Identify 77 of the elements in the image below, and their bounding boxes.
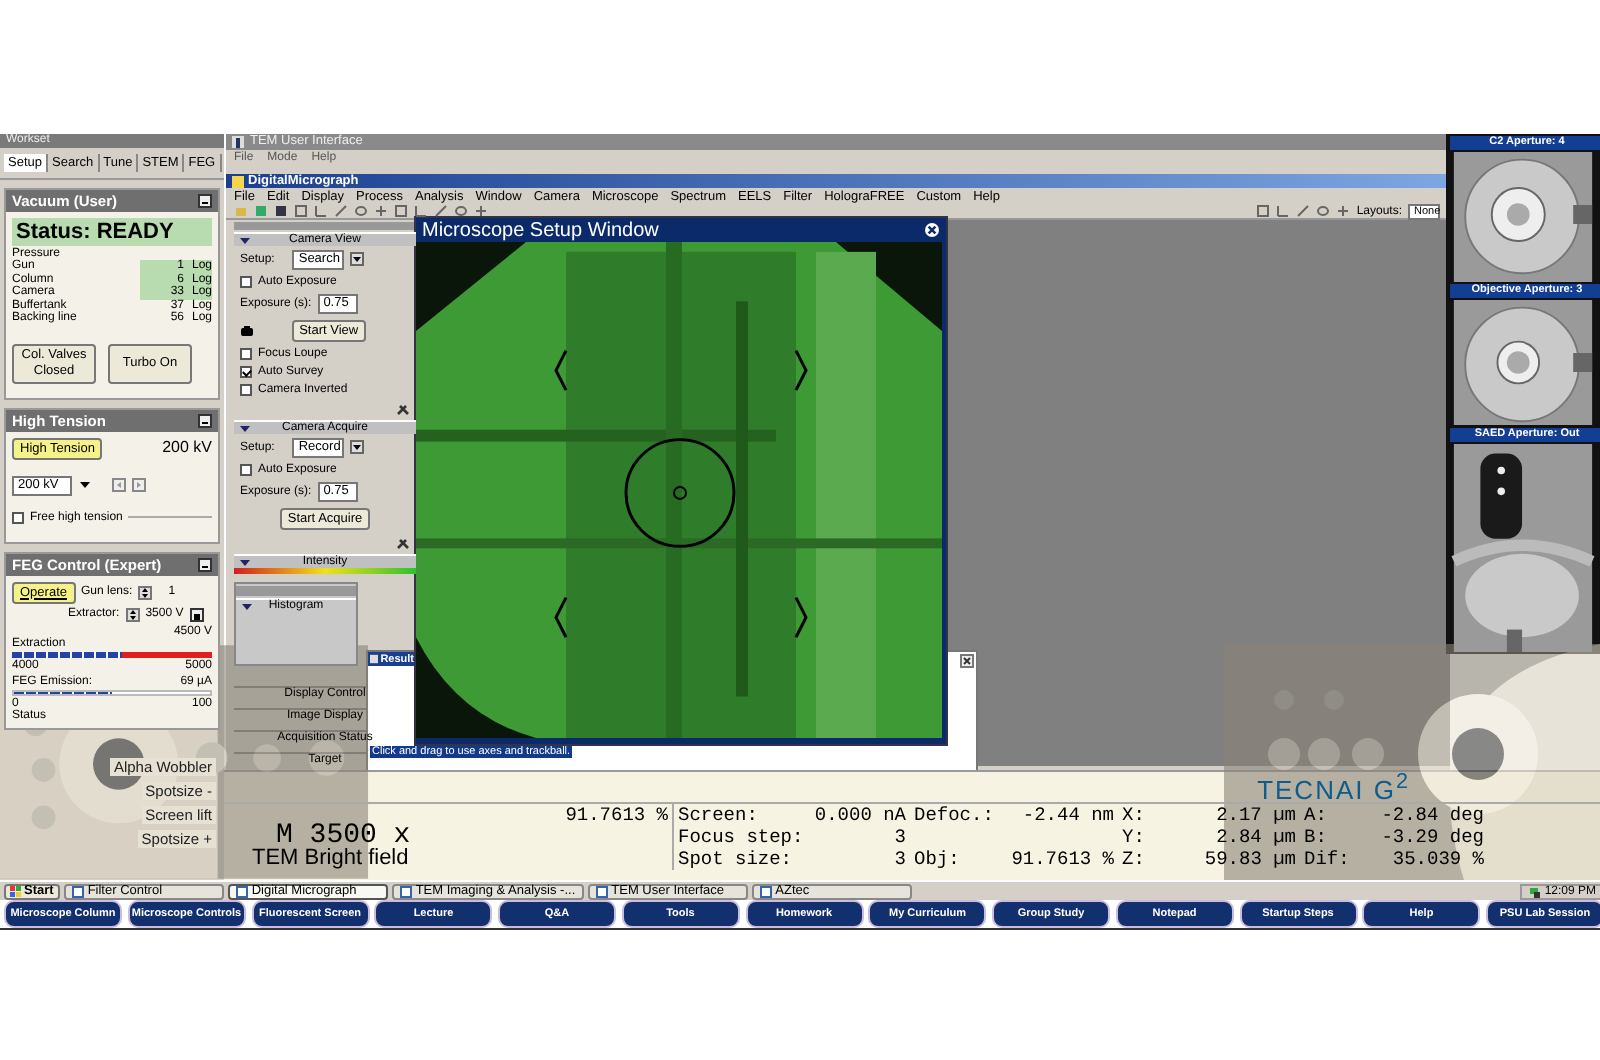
crosshair-icon	[374, 204, 388, 218]
network-icon	[1528, 886, 1541, 898]
axes-icon	[1276, 204, 1291, 218]
dropdown-caret-icon	[78, 478, 92, 493]
readout-value: 2.84 µm	[1214, 826, 1298, 848]
collapse-triangle-icon	[240, 237, 250, 244]
magnification-readout: M 3500 x	[276, 826, 413, 848]
readout-label: Obj:	[912, 848, 962, 870]
right-arrow-icon	[132, 478, 146, 493]
rectangle-tool-icon	[394, 204, 408, 218]
close-icon	[924, 222, 940, 238]
camera-icon	[240, 323, 254, 338]
readout-label: X:	[1120, 804, 1147, 826]
brand-logo: TECNAI G$^{2}$	[1257, 769, 1410, 805]
checkbox[interactable]	[240, 275, 252, 288]
status-readout: Status: READY	[12, 218, 212, 246]
checkbox[interactable]	[240, 383, 252, 396]
collapse-triangle-icon	[240, 425, 250, 432]
spin-icon	[138, 585, 153, 600]
app-icon	[232, 136, 244, 148]
readout-label: Spot size:	[676, 848, 795, 870]
minimize-icon	[198, 194, 212, 208]
crosshair-icon	[474, 204, 488, 218]
readout-label: Z:	[1120, 848, 1147, 870]
collapse-triangle-icon	[242, 603, 252, 610]
dropdown-caret-icon	[350, 440, 365, 455]
readout-value: -2.84 deg	[1379, 804, 1486, 826]
checkbox[interactable]	[240, 365, 252, 378]
checkbox[interactable]	[240, 463, 252, 476]
ellipse-tool-icon	[454, 204, 468, 218]
left-arrow-icon	[112, 478, 126, 493]
readout-value: 2.17 µm	[1214, 804, 1298, 826]
rectangle-tool-icon	[1256, 204, 1271, 218]
minimize-icon	[198, 557, 212, 572]
readout-label: A:	[1302, 804, 1329, 826]
readout-label: Defoc.:	[912, 804, 996, 826]
mode-readout: TEM Bright field	[252, 848, 411, 870]
readout-value: 91.7613 %	[1009, 848, 1116, 870]
line-tool-icon	[334, 204, 348, 218]
dropdown-caret-icon	[350, 252, 365, 267]
readout-value: 59.83 µm	[1202, 848, 1298, 870]
readout-label: Focus step:	[676, 826, 806, 848]
readout-value: 3	[892, 826, 908, 848]
ellipse-tool-icon	[354, 204, 368, 218]
checkbox[interactable]	[12, 511, 24, 524]
crosshair-icon	[1336, 204, 1351, 218]
folder-icon	[234, 204, 248, 218]
readout-value: -3.29 deg	[1379, 826, 1486, 848]
readout-value: 35.039 %	[1390, 848, 1486, 870]
spin-icon	[125, 607, 140, 622]
save-icon	[274, 204, 288, 218]
axes-icon	[314, 204, 328, 218]
image-icon	[254, 204, 268, 218]
collapse-triangle-icon	[240, 559, 250, 566]
minimize-icon	[198, 413, 212, 427]
readout-value: 3	[892, 848, 908, 870]
tools-icon	[396, 401, 410, 416]
readout-label: B:	[1302, 826, 1329, 848]
intensity-readout: 91.7613 %	[565, 804, 670, 826]
readout-label: Dif:	[1302, 848, 1348, 870]
readout-value: -2.44 nm	[1020, 804, 1116, 826]
ellipse-tool-icon	[1316, 204, 1331, 218]
app-icon	[232, 175, 244, 187]
readout-label: Y:	[1120, 826, 1147, 848]
line-tool-icon	[1296, 204, 1311, 218]
tools-icon	[396, 535, 410, 550]
axes-icon	[414, 204, 428, 218]
lock-icon	[189, 607, 204, 622]
app-icon	[370, 654, 379, 664]
checkbox[interactable]	[240, 347, 252, 360]
readout-value: 0.000 nA	[812, 804, 908, 826]
rectangle-tool-icon	[294, 204, 308, 218]
window-title: Microscope Setup Window	[422, 219, 659, 241]
voltage-reading: 200 kV	[162, 437, 212, 459]
readout-label: Screen:	[676, 804, 760, 826]
line-tool-icon	[434, 204, 448, 218]
windows-logo-icon	[10, 886, 22, 898]
